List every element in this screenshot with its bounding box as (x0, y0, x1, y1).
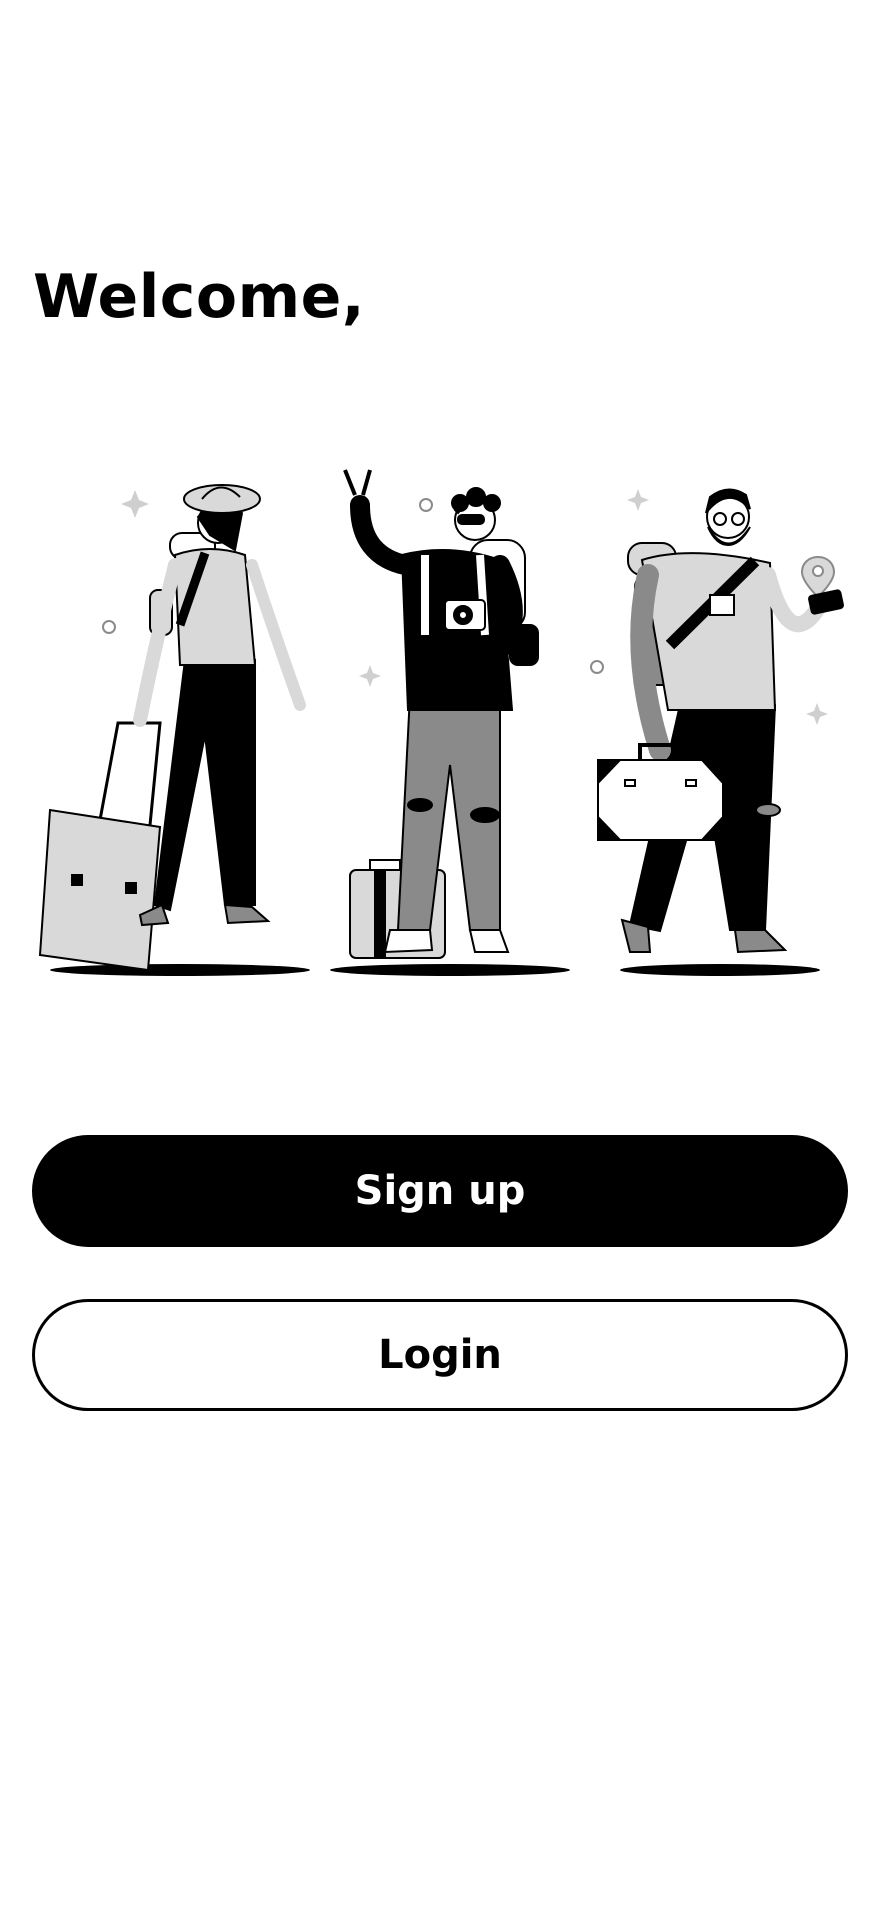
login-button[interactable]: Login (32, 1299, 848, 1411)
traveler-bearded-man (597, 488, 844, 954)
traveler-waving-man (343, 469, 539, 959)
traveler-woman (38, 484, 306, 972)
signup-button[interactable]: Sign up (32, 1135, 848, 1247)
travelers-illustration (38, 469, 844, 976)
page-title: Welcome, (33, 262, 366, 332)
welcome-screen: Welcome, Sign up Login (0, 0, 880, 1912)
